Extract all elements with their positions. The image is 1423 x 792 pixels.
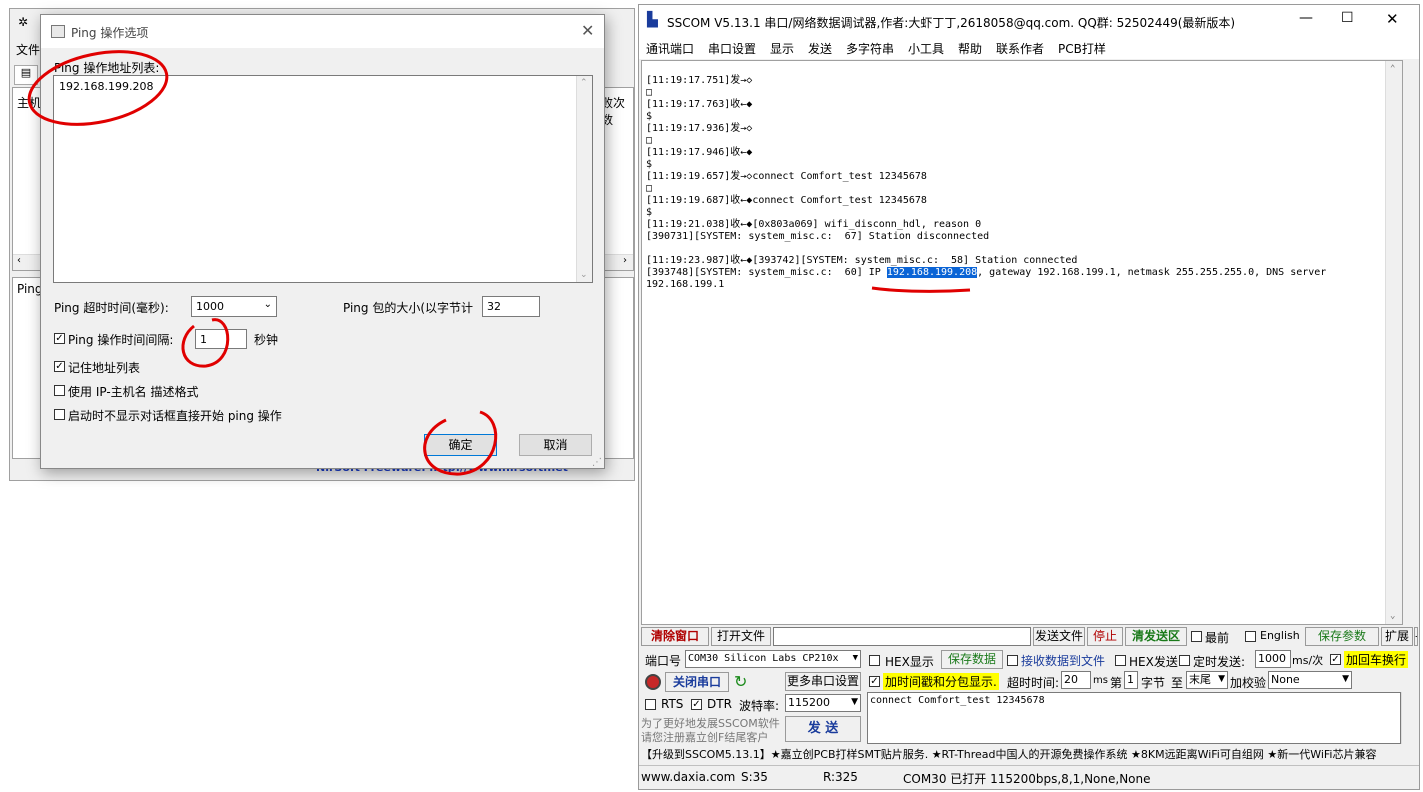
annotation-circle-address-list: [27, 50, 169, 126]
annotation-underline-ip: [871, 286, 971, 293]
annotation-circle-ok: [423, 410, 498, 476]
annotation-overlay: [27, 50, 971, 476]
annotation-circle-interval: [181, 318, 230, 368]
